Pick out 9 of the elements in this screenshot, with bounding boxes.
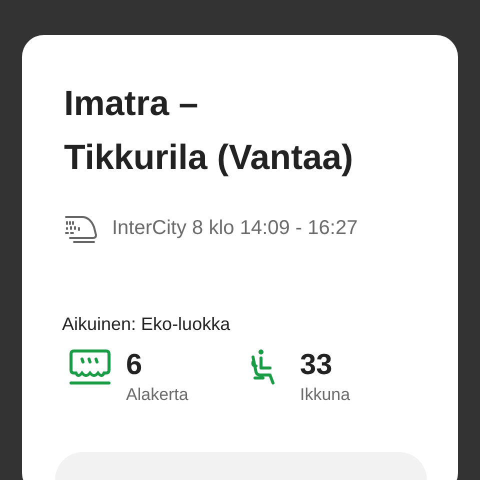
number: 6	[126, 348, 144, 382]
route-title: Imatra – Tikkurila (Vantaa)	[64, 83, 354, 179]
train-car-icon	[68, 348, 112, 386]
number: 33	[300, 348, 334, 382]
passenger-class: Aikuinen: Eko-luokka	[62, 313, 232, 336]
train-icon	[64, 213, 98, 243]
number-label: Ikkuna	[300, 384, 350, 406]
number-label: Alakerta	[126, 384, 188, 406]
train-info: InterCity 8 klo 14:09 - 16:27	[112, 216, 358, 241]
